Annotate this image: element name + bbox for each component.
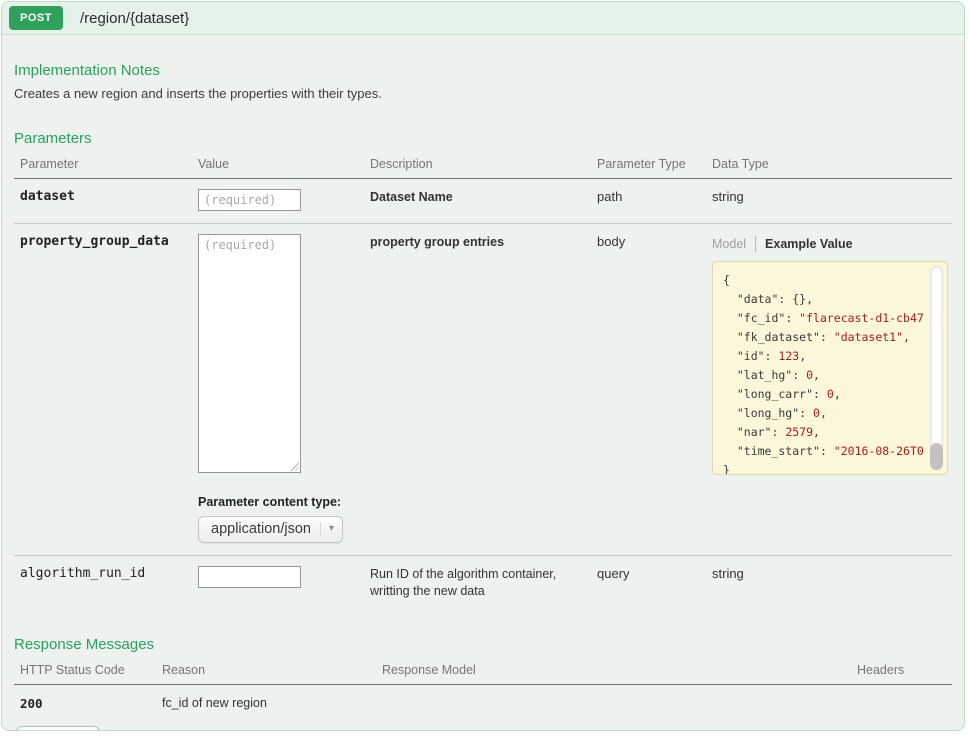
response-reason: fc_id of new region bbox=[162, 696, 382, 711]
chevron-down-icon: ▾ bbox=[320, 522, 334, 536]
implementation-notes-title: Implementation Notes bbox=[14, 62, 952, 79]
example-value-box[interactable]: { "data": {}, "fc_id": "flarecast-d1-cb4… bbox=[712, 261, 948, 475]
operation-panel: POST /region/{dataset} Implementation No… bbox=[1, 1, 965, 731]
table-row: dataset Dataset Name path string bbox=[14, 179, 952, 223]
operation-heading-bar: POST /region/{dataset} bbox=[2, 2, 964, 35]
property-group-data-textarea[interactable] bbox=[198, 234, 301, 473]
param-description-property-group-data: property group entries bbox=[370, 234, 597, 543]
parameters-table-header: Parameter Value Description Parameter Ty… bbox=[14, 157, 952, 179]
response-status-code: 200 bbox=[20, 696, 162, 711]
http-method-badge[interactable]: POST bbox=[9, 6, 63, 30]
table-row: 200 fc_id of new region bbox=[14, 685, 952, 717]
tab-example-value[interactable]: Example Value bbox=[756, 237, 853, 251]
param-description-algorithm-run-id: Run ID of the algorithm container, writt… bbox=[370, 566, 597, 600]
data-type-dataset: string bbox=[712, 189, 948, 211]
table-row: property_group_data Parameter content ty… bbox=[14, 223, 952, 555]
param-description-dataset: Dataset Name bbox=[370, 189, 597, 211]
col-header-data-type: Data Type bbox=[712, 157, 948, 171]
response-model-cell bbox=[382, 696, 857, 711]
col-header-parameter-type: Parameter Type bbox=[597, 157, 712, 171]
col-header-response-model: Response Model bbox=[382, 663, 857, 677]
example-json-code: { "data": {}, "fc_id": "flarecast-d1-cb4… bbox=[723, 271, 923, 475]
response-messages-title: Response Messages bbox=[14, 636, 952, 653]
col-header-headers: Headers bbox=[857, 663, 948, 677]
dataset-value-input[interactable] bbox=[198, 189, 301, 211]
endpoint-path-link[interactable]: /region/{dataset} bbox=[80, 10, 189, 27]
scrollbar[interactable] bbox=[930, 266, 943, 470]
response-headers-cell bbox=[857, 696, 948, 711]
tab-model[interactable]: Model bbox=[712, 237, 755, 251]
parameters-table: Parameter Value Description Parameter Ty… bbox=[14, 157, 952, 612]
table-row: algorithm_run_id Run ID of the algorithm… bbox=[14, 555, 952, 612]
content-type-select[interactable]: application/json ▾ bbox=[198, 516, 343, 543]
parameters-title: Parameters bbox=[14, 130, 952, 147]
param-name-property-group-data: property_group_data bbox=[20, 234, 198, 543]
try-it-out-button[interactable]: Try it out! bbox=[16, 726, 100, 731]
param-type-dataset: path bbox=[597, 189, 712, 211]
param-name-dataset: dataset bbox=[20, 189, 198, 211]
model-example-widget: Model Example Value { "data": {}, "fc_id… bbox=[712, 236, 948, 543]
col-header-value: Value bbox=[198, 157, 370, 171]
scrollbar-thumb[interactable] bbox=[930, 443, 943, 470]
model-tabs: Model Example Value bbox=[712, 236, 948, 252]
col-header-parameter: Parameter bbox=[20, 157, 198, 171]
response-table-header: HTTP Status Code Reason Response Model H… bbox=[14, 663, 952, 685]
algorithm-run-id-input[interactable] bbox=[198, 566, 301, 588]
col-header-description: Description bbox=[370, 157, 597, 171]
operation-content: Implementation Notes Creates a new regio… bbox=[2, 35, 964, 731]
content-type-selected-value: application/json bbox=[211, 521, 311, 537]
param-name-algorithm-run-id: algorithm_run_id bbox=[20, 566, 198, 600]
implementation-notes-text: Creates a new region and inserts the pro… bbox=[14, 86, 952, 101]
col-header-reason: Reason bbox=[162, 663, 382, 677]
content-type-label: Parameter content type: bbox=[198, 495, 370, 509]
param-type-property-group-data: body bbox=[597, 234, 712, 543]
response-messages-table: HTTP Status Code Reason Response Model H… bbox=[14, 663, 952, 717]
param-type-algorithm-run-id: query bbox=[597, 566, 712, 600]
data-type-algorithm-run-id: string bbox=[712, 566, 948, 600]
col-header-http-status-code: HTTP Status Code bbox=[20, 663, 162, 677]
